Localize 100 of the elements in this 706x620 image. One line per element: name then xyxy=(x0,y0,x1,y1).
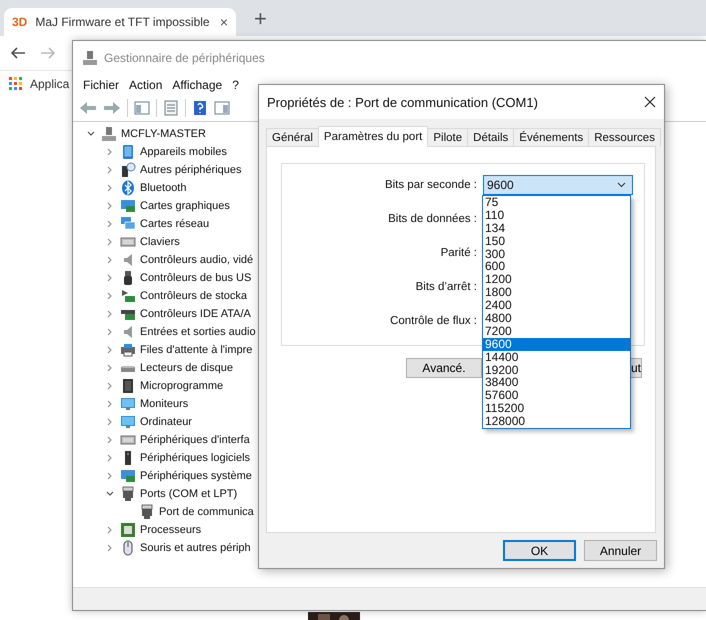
dropdown-option[interactable]: 9600 xyxy=(483,338,630,351)
tree-item[interactable]: Processeurs xyxy=(73,521,259,539)
new-tab-button[interactable]: + xyxy=(254,6,267,32)
dropdown-option[interactable]: 300 xyxy=(483,248,630,260)
collapse-chevron-icon[interactable] xyxy=(87,130,95,138)
expand-chevron-icon[interactable] xyxy=(106,400,114,408)
expand-chevron-icon[interactable] xyxy=(106,436,114,444)
dropdown-option[interactable]: 110 xyxy=(483,208,630,222)
tree-item[interactable]: Périphériques système xyxy=(73,467,259,485)
cancel-button[interactable]: Annuler xyxy=(584,540,657,561)
dropdown-option[interactable]: 75 xyxy=(483,196,630,209)
expand-chevron-icon[interactable] xyxy=(106,238,114,246)
tree-item[interactable]: Claviers xyxy=(73,233,259,251)
tree-item[interactable]: Cartes graphiques xyxy=(73,197,259,215)
baud-rate-dropdown[interactable]: 9600 xyxy=(483,175,633,195)
dropdown-option[interactable]: 38400 xyxy=(483,376,630,390)
tree-item[interactable]: MCFLY-MASTER xyxy=(73,125,259,143)
device-manager-icon xyxy=(82,50,98,66)
dropdown-option[interactable]: 19200 xyxy=(483,364,630,376)
restore-defaults-button[interactable]: ut xyxy=(630,358,642,378)
expand-chevron-icon[interactable] xyxy=(106,364,114,372)
console-tree-icon[interactable] xyxy=(134,100,150,116)
dropdown-option[interactable]: 2400 xyxy=(483,299,630,312)
back-icon[interactable] xyxy=(10,45,26,61)
expand-chevron-icon[interactable] xyxy=(106,148,114,156)
tree-item[interactable]: Files d'attente à l'impre xyxy=(73,341,259,359)
ok-button[interactable]: OK xyxy=(503,540,576,561)
expand-chevron-icon[interactable] xyxy=(106,202,114,210)
tree-item[interactable]: Périphériques logiciels xyxy=(73,449,259,467)
tree-item[interactable]: Moniteurs xyxy=(73,395,259,413)
dropdown-option[interactable]: 128000 xyxy=(483,415,630,428)
expand-chevron-icon[interactable] xyxy=(106,328,114,336)
expand-chevron-icon[interactable] xyxy=(106,184,114,192)
tree-item[interactable]: Port de communica xyxy=(73,503,259,521)
tree-item[interactable]: Contrôleurs audio, vidé xyxy=(73,251,259,269)
menu-item[interactable]: Action xyxy=(129,78,162,92)
tree-item[interactable]: Ordinateur xyxy=(73,413,259,431)
tree-item[interactable]: Entrées et sorties audio xyxy=(73,323,259,341)
dropdown-option[interactable]: 7200 xyxy=(483,324,630,338)
collapse-chevron-icon[interactable] xyxy=(106,490,114,498)
field-label: Bits par seconde : xyxy=(384,179,477,191)
dropdown-option[interactable]: 600 xyxy=(483,260,630,274)
tab[interactable]: Paramètres du port xyxy=(318,126,428,147)
expand-chevron-icon[interactable] xyxy=(106,346,114,354)
bookmark-link[interactable]: Applica xyxy=(30,76,70,90)
expand-chevron-icon[interactable] xyxy=(106,472,114,480)
expand-chevron-icon[interactable] xyxy=(106,382,114,390)
tree-item[interactable]: Appareils mobiles xyxy=(73,143,259,161)
field-label: Parité : xyxy=(440,247,477,259)
dropdown-option[interactable]: 1800 xyxy=(483,286,630,300)
apps-icon[interactable] xyxy=(9,77,22,90)
menu-item[interactable]: Affichage xyxy=(172,78,222,92)
tree-item[interactable]: Contrôleurs de stocka xyxy=(73,287,259,305)
expand-chevron-icon[interactable] xyxy=(106,292,114,300)
tree-item[interactable]: Contrôleurs de bus US xyxy=(73,269,259,287)
dropdown-option[interactable]: 115200 xyxy=(483,402,630,416)
menu-item[interactable]: ? xyxy=(232,78,239,92)
tree-item[interactable]: Cartes réseau xyxy=(73,215,259,233)
expand-chevron-icon[interactable] xyxy=(106,418,114,426)
dropdown-option[interactable]: 14400 xyxy=(483,350,630,364)
tab[interactable]: Général xyxy=(266,128,319,146)
menu-item[interactable]: Fichier xyxy=(83,78,120,92)
tab-close-button[interactable]: × xyxy=(220,14,228,30)
tab-title: MaJ Firmware et TFT impossible xyxy=(35,15,211,29)
dropdown-option[interactable]: 1200 xyxy=(483,273,630,286)
tree-item[interactable]: Contrôleurs IDE ATA/A xyxy=(73,305,259,323)
forward-icon[interactable] xyxy=(40,45,56,61)
tree-item[interactable]: Périphériques d'interfa xyxy=(73,431,259,449)
expand-chevron-icon[interactable] xyxy=(106,256,114,264)
tree-item[interactable]: Souris et autres périph xyxy=(73,539,259,557)
expand-chevron-icon[interactable] xyxy=(106,220,114,228)
forward-icon[interactable] xyxy=(103,100,121,116)
port-icon xyxy=(120,486,136,502)
tree-item[interactable]: Ports (COM et LPT) xyxy=(73,485,259,503)
tree-item[interactable]: Bluetooth xyxy=(73,179,259,197)
close-icon[interactable] xyxy=(644,96,656,108)
expand-chevron-icon[interactable] xyxy=(106,544,114,552)
advanced-button[interactable]: Avancé. xyxy=(406,358,482,378)
tree-item[interactable]: Autres périphériques xyxy=(73,161,259,179)
dropdown-option[interactable]: 150 xyxy=(483,234,630,248)
action-pane-icon[interactable] xyxy=(214,100,230,116)
expand-chevron-icon[interactable] xyxy=(106,166,114,174)
dropdown-option[interactable]: 134 xyxy=(483,222,630,235)
tree-item[interactable]: Lecteurs de disque xyxy=(73,359,259,377)
browser-tab[interactable]: 3D MaJ Firmware et TFT impossible × xyxy=(4,8,236,36)
processor-icon xyxy=(120,522,136,538)
bluetooth-icon xyxy=(120,180,136,196)
field-label: Contrôle de flux : xyxy=(389,315,477,327)
expand-chevron-icon[interactable] xyxy=(106,274,114,282)
expand-chevron-icon[interactable] xyxy=(106,454,114,462)
printer-icon xyxy=(120,342,136,358)
dropdown-option[interactable]: 57600 xyxy=(483,389,630,402)
help-icon[interactable] xyxy=(192,100,208,116)
expand-chevron-icon[interactable] xyxy=(106,526,114,534)
tab[interactable]: Ressources xyxy=(588,128,661,146)
dropdown-option[interactable]: 4800 xyxy=(483,312,630,325)
monitor-icon xyxy=(120,396,136,412)
properties-icon[interactable] xyxy=(163,100,179,116)
expand-chevron-icon[interactable] xyxy=(106,310,114,318)
tree-item[interactable]: Microprogramme xyxy=(73,377,259,395)
